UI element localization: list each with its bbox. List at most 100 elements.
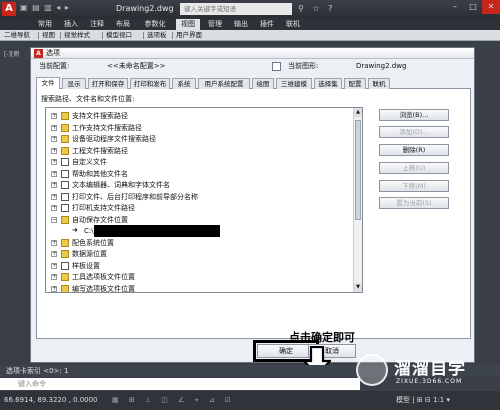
tutorial-annotation: 点击确定即可 bbox=[289, 331, 355, 344]
tree-item[interactable]: + 自定义文件 bbox=[46, 157, 346, 167]
tree-item-label: 配色系统位置 bbox=[72, 238, 114, 247]
expand-icon[interactable]: + bbox=[51, 274, 57, 280]
maximize-button[interactable]: □ bbox=[464, 0, 482, 14]
tree-item[interactable]: + 工具选项板文件位置 bbox=[46, 272, 346, 282]
expand-icon[interactable]: + bbox=[51, 239, 57, 246]
collapse-icon[interactable]: − bbox=[51, 216, 57, 223]
tree-item[interactable]: + 配色系统位置 bbox=[46, 238, 346, 248]
path-arrow-icon: ➜ bbox=[72, 226, 78, 234]
browse-button[interactable]: 浏览(B)... bbox=[379, 109, 449, 121]
expand-icon[interactable]: + bbox=[51, 124, 57, 131]
tab-online[interactable]: 联机 bbox=[282, 19, 304, 30]
divider bbox=[38, 32, 39, 39]
divider bbox=[60, 32, 61, 39]
tab-drafting[interactable]: 绘图 bbox=[252, 78, 274, 89]
tab-online[interactable]: 联机 bbox=[368, 78, 390, 89]
model-space-controls[interactable]: 模型 | ⊞ ⊟ 1:1 ▾ bbox=[396, 395, 450, 405]
tab-display[interactable]: 显示 bbox=[62, 78, 86, 89]
tree-item[interactable]: − 自动保存文件位置 bbox=[46, 215, 346, 225]
move-up-button[interactable]: 上移(U) bbox=[379, 162, 449, 174]
tree-item[interactable]: + 数据源位置 bbox=[46, 249, 346, 259]
expand-icon[interactable]: + bbox=[51, 159, 57, 165]
tab-annotate[interactable]: 注释 bbox=[86, 19, 108, 30]
tree-item[interactable]: + 支持文件搜索路径 bbox=[46, 111, 346, 121]
expand-icon[interactable]: + bbox=[51, 136, 57, 142]
tab-plot-publish[interactable]: 打印和发布 bbox=[130, 78, 170, 89]
autosave-path-item[interactable]: ➜ C:\ bbox=[46, 225, 346, 237]
move-down-button[interactable]: 下移(M) bbox=[379, 180, 449, 192]
expand-icon[interactable]: + bbox=[51, 170, 57, 177]
close-button[interactable]: ✕ bbox=[482, 0, 500, 14]
tab-user-preferences[interactable]: 用户系统配置 bbox=[198, 78, 250, 89]
command-input[interactable]: 键入命令 bbox=[0, 378, 360, 390]
set-current-button[interactable]: 置为当前(S) bbox=[379, 197, 449, 209]
tree-item[interactable]: + 样板设置 bbox=[46, 261, 346, 271]
tab-profiles[interactable]: 配置 bbox=[344, 78, 366, 89]
minimize-button[interactable]: – bbox=[446, 0, 464, 14]
tree-item[interactable]: + 打印机支持文件路径 bbox=[46, 203, 346, 213]
scroll-down-icon[interactable]: ▼ bbox=[354, 283, 362, 292]
drawing-file-icon bbox=[272, 62, 281, 71]
expand-icon[interactable]: + bbox=[51, 285, 57, 292]
add-button[interactable]: 添加(D)... bbox=[379, 126, 449, 138]
file-path-tree[interactable]: + 支持文件搜索路径 + 工作支持文件搜索路径 + 设备驱动程序文件搜索路径 + 工程文件搜索… bbox=[45, 107, 363, 293]
tab-insert[interactable]: 插入 bbox=[60, 19, 82, 30]
folder-icon bbox=[61, 112, 69, 120]
app-titlebar: A ▣ ▤ ▥ ◂ ▸ Drawing2.dwg 键入关键字或短语 ⚲ ☆ ? … bbox=[0, 0, 500, 18]
tree-item-label: 样板设置 bbox=[72, 261, 100, 270]
tab-manage[interactable]: 管理 bbox=[204, 19, 226, 30]
tree-item[interactable]: + 文本编辑器、词典和字体文件名 bbox=[46, 180, 346, 190]
expand-icon[interactable]: + bbox=[51, 193, 57, 200]
tree-item-label: 工具选项板文件位置 bbox=[72, 273, 135, 281]
tree-item[interactable]: + 工作支持文件搜索路径 bbox=[46, 123, 346, 133]
tab-3d-modeling[interactable]: 三维建模 bbox=[276, 78, 312, 89]
scroll-up-icon[interactable]: ▲ bbox=[354, 108, 362, 117]
tree-item-label: 工作支持文件搜索路径 bbox=[72, 123, 142, 132]
current-drawing-value: Drawing2.dwg bbox=[356, 62, 407, 70]
tree-item[interactable]: + 帮助和其他文件名 bbox=[46, 169, 346, 179]
doc-icon bbox=[61, 181, 69, 189]
expand-icon[interactable]: + bbox=[51, 147, 57, 154]
panel-model-viewports[interactable]: 模型视口 bbox=[106, 31, 132, 40]
drafting-toggles[interactable]: ▦ ⊞ ⊥ ◫ ∠ ⌖ ⊿ ⊡ bbox=[112, 396, 235, 405]
tree-item[interactable]: + 工程文件搜索路径 bbox=[46, 146, 346, 156]
tree-item[interactable]: + 打印文件、后台打印程序和前导部分名称 bbox=[46, 192, 346, 202]
tab-parametric[interactable]: 参数化 bbox=[140, 19, 170, 30]
tab-view[interactable]: 视图 bbox=[176, 19, 200, 30]
tab-plugins[interactable]: 插件 bbox=[256, 19, 278, 30]
expand-icon[interactable]: + bbox=[51, 182, 57, 188]
expand-icon[interactable]: + bbox=[51, 251, 57, 257]
panel-visual-styles[interactable]: 视觉样式 bbox=[64, 31, 90, 40]
tab-system[interactable]: 系统 bbox=[172, 78, 196, 89]
dialog-title: 选项 bbox=[46, 49, 60, 57]
expand-icon[interactable]: + bbox=[51, 205, 57, 211]
dialog-titlebar[interactable]: A 选项 bbox=[31, 48, 474, 59]
panel-2d-navigation[interactable]: 二维导航 bbox=[4, 31, 30, 40]
autocad-logo-icon: A bbox=[34, 49, 43, 58]
tree-item[interactable]: + 设备驱动程序文件搜索路径 bbox=[46, 134, 346, 144]
quick-access-toolbar[interactable]: ▣ ▤ ▥ ◂ ▸ bbox=[20, 3, 80, 15]
tree-item-label: 支持文件搜索路径 bbox=[72, 112, 128, 120]
panel-user-interface[interactable]: 用户界面 bbox=[176, 31, 202, 40]
tab-layout[interactable]: 布局 bbox=[112, 19, 134, 30]
panel-palettes[interactable]: 选项板 bbox=[147, 31, 167, 40]
tab-home[interactable]: 常用 bbox=[34, 19, 56, 30]
scroll-thumb[interactable] bbox=[355, 120, 361, 220]
doc-icon bbox=[61, 169, 69, 178]
search-input[interactable]: 键入关键字或短语 bbox=[180, 3, 292, 15]
tab-selection[interactable]: 选择集 bbox=[314, 78, 342, 89]
remove-button[interactable]: 删除(R) bbox=[379, 144, 449, 156]
ribbon-panel-strip: 二维导航 视图 视觉样式 模型视口 选项板 用户界面 bbox=[0, 30, 500, 41]
divider bbox=[172, 32, 173, 39]
infocenter-icons[interactable]: ⚲ ☆ ? bbox=[298, 4, 335, 13]
coordinate-readout: 66.6914, 89.3220 , 0.0000 bbox=[4, 396, 98, 404]
tree-scrollbar[interactable]: ▲ ▼ bbox=[353, 108, 362, 292]
panel-views[interactable]: 视图 bbox=[42, 31, 55, 40]
tab-open-save[interactable]: 打开和保存 bbox=[88, 78, 128, 89]
expand-icon[interactable]: + bbox=[51, 262, 57, 269]
tab-output[interactable]: 输出 bbox=[230, 19, 252, 30]
tree-item[interactable]: + 编写选项板文件位置 bbox=[46, 284, 346, 292]
autocad-logo-icon[interactable]: A bbox=[2, 2, 16, 16]
expand-icon[interactable]: + bbox=[51, 113, 57, 119]
viewport-label[interactable]: [-][俯 bbox=[4, 49, 19, 58]
